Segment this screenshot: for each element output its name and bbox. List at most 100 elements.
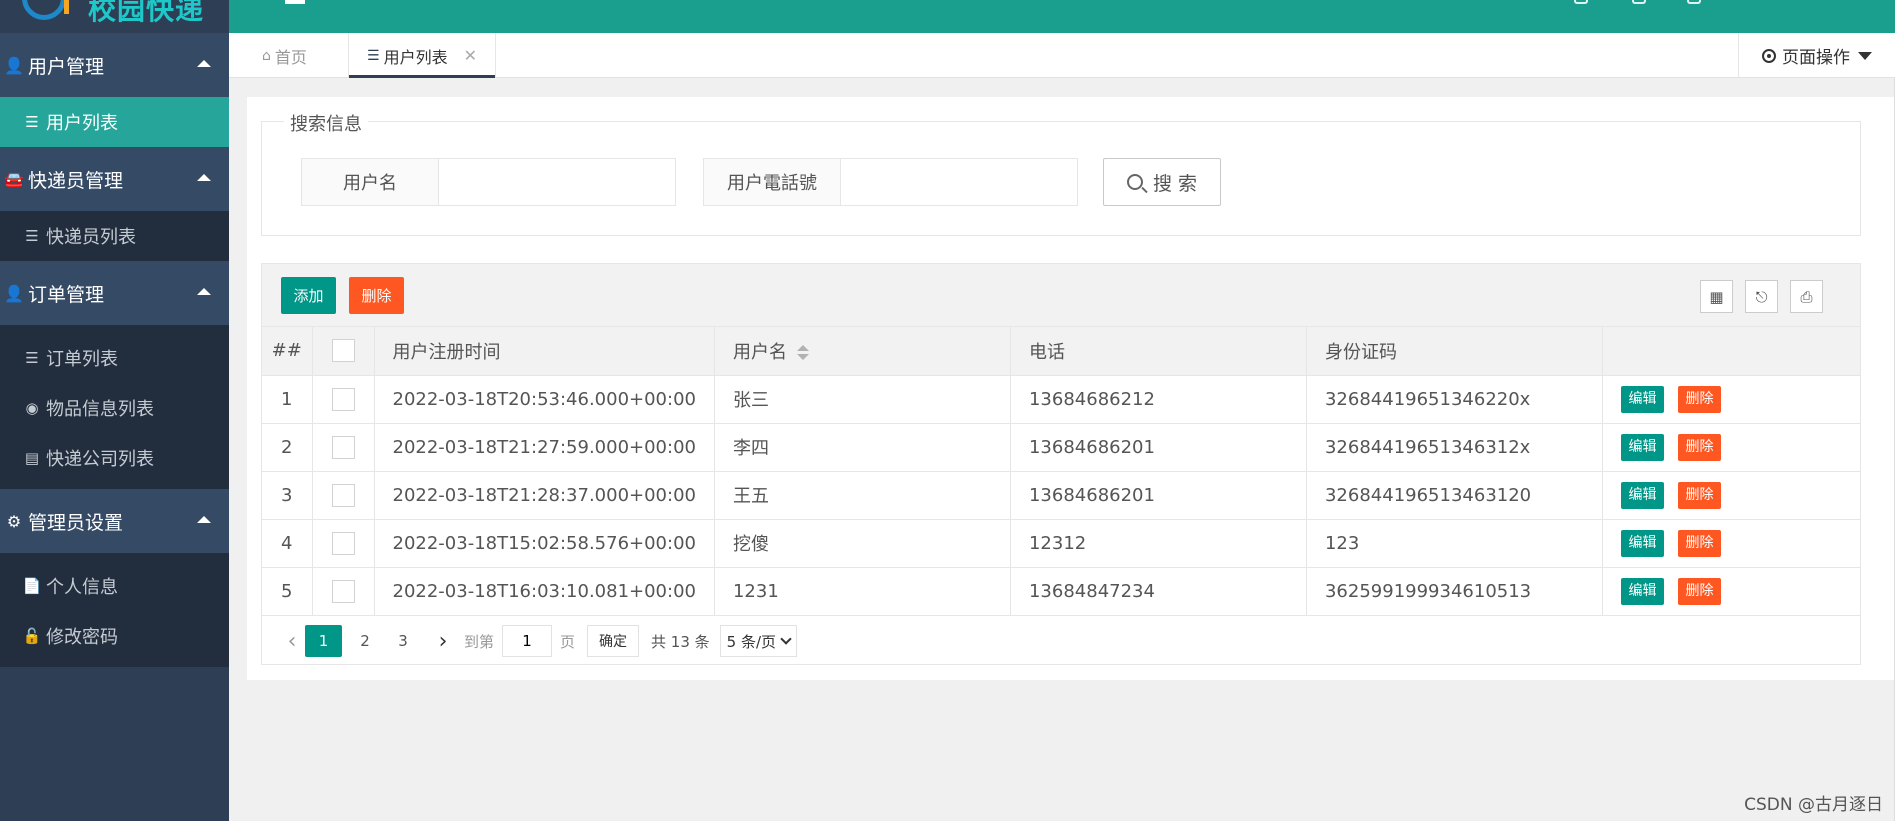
list-icon: ☰ xyxy=(25,227,39,245)
gears-icon: ⚙ xyxy=(6,511,22,531)
username-input[interactable] xyxy=(439,159,675,205)
table-row: 5 2022-03-18T16:03:10.081+00:00 1231 136… xyxy=(262,567,1860,616)
edit-button[interactable]: 编辑 xyxy=(1620,481,1664,509)
export-icon[interactable]: ⎋ xyxy=(1745,280,1778,313)
goto-confirm-button[interactable]: 确定 xyxy=(587,625,640,657)
row-checkbox[interactable] xyxy=(331,435,355,459)
edit-button[interactable]: 编辑 xyxy=(1620,433,1664,461)
prev-page-icon[interactable]: ‹ xyxy=(279,629,305,654)
cell-username: 挖傻 xyxy=(714,519,1011,568)
sidebar-group-user-management[interactable]: 👤 用户管理 xyxy=(0,33,229,97)
cell-register-time: 2022-03-18T16:03:10.081+00:00 xyxy=(374,567,715,616)
cell-checkbox xyxy=(312,519,375,568)
user-table-container: 添加 删除 ▦ ⎋ ⎙ ## 用户注册时间 用户名 电话 身份证码 1 2022… xyxy=(261,263,1861,665)
delete-button[interactable]: 删除 xyxy=(1677,385,1721,413)
caret-up-icon xyxy=(197,174,211,181)
batch-delete-button[interactable]: 删除 xyxy=(349,277,404,314)
fullscreen-icon[interactable] xyxy=(1687,0,1701,4)
briefcase-icon: ▤ xyxy=(24,449,40,467)
refresh-icon[interactable] xyxy=(1574,0,1588,4)
sidebar-item-courier-list[interactable]: ☰ 快递员列表 xyxy=(0,211,229,261)
cell-phone: 13684686201 xyxy=(1010,423,1307,472)
cell-actions: 编辑 删除 xyxy=(1602,423,1860,472)
username-search-field: 用户名 xyxy=(301,158,676,206)
cell-phone: 12312 xyxy=(1010,519,1307,568)
sidebar-group-order-management[interactable]: 👤 订单管理 xyxy=(0,261,229,325)
row-checkbox[interactable] xyxy=(331,387,355,411)
tab-user-list[interactable]: ☰ 用户列表 ✕ xyxy=(348,33,496,78)
cell-idcard: 123 xyxy=(1306,519,1603,568)
table-header-row: ## 用户注册时间 用户名 电话 身份证码 xyxy=(262,327,1860,376)
sort-icon[interactable] xyxy=(796,345,809,361)
next-page-icon[interactable]: › xyxy=(430,629,456,654)
page-size-select[interactable]: 5 条/页 xyxy=(719,625,798,657)
phone-input[interactable] xyxy=(841,159,1077,205)
menu-toggle-icon[interactable] xyxy=(285,0,305,4)
mobile-icon[interactable] xyxy=(1632,0,1646,4)
row-checkbox[interactable] xyxy=(331,483,355,507)
cell-register-time: 2022-03-18T21:28:37.000+00:00 xyxy=(374,471,715,520)
cell-checkbox xyxy=(312,375,375,424)
sidebar-item-goods-list[interactable]: ◉ 物品信息列表 xyxy=(0,383,229,433)
select-all-checkbox[interactable] xyxy=(331,339,355,363)
phone-label: 用户電話號 xyxy=(704,159,841,205)
sidebar-item-order-list[interactable]: ☰ 订单列表 xyxy=(0,333,229,383)
sidebar-item-company-list[interactable]: ▤ 快递公司列表 xyxy=(0,433,229,483)
cell-username: 王五 xyxy=(714,471,1011,520)
watermark: CSDN @古月逐日 xyxy=(1744,795,1883,815)
list-icon: ☰ xyxy=(25,113,39,131)
column-header-register-time: 用户注册时间 xyxy=(374,327,715,376)
close-icon[interactable]: ✕ xyxy=(464,46,477,65)
goto-page-input[interactable] xyxy=(502,625,553,657)
sidebar-item-label: 修改密码 xyxy=(46,627,118,648)
cell-phone: 13684847234 xyxy=(1010,567,1307,616)
row-checkbox[interactable] xyxy=(331,579,355,603)
add-button[interactable]: 添加 xyxy=(281,277,336,314)
page-button-2[interactable]: 2 xyxy=(350,625,380,657)
edit-button[interactable]: 编辑 xyxy=(1620,385,1664,413)
caret-down-icon xyxy=(1858,51,1872,60)
sidebar-submenu: ☰ 订单列表 ◉ 物品信息列表 ▤ 快递公司列表 xyxy=(0,325,229,489)
sidebar-group-courier-management[interactable]: 🚘 快递员管理 xyxy=(0,147,229,211)
page-operations-button[interactable]: 页面操作 xyxy=(1738,33,1895,78)
sidebar-group-admin-settings[interactable]: ⚙ 管理员设置 xyxy=(0,489,229,553)
edit-button[interactable]: 编辑 xyxy=(1620,529,1664,557)
username-label: 用户名 xyxy=(302,159,439,205)
sidebar: 校园快递 👤 用户管理 ☰ 用户列表 🚘 快递员管理 ☰ 快递员列表 👤 订单管… xyxy=(0,0,229,821)
chevron-down-icon xyxy=(780,633,792,645)
sidebar-item-label: 个人信息 xyxy=(46,577,118,598)
list-icon: ☰ xyxy=(367,47,380,64)
sidebar-group-label: 管理员设置 xyxy=(28,511,124,534)
search-button-label: 搜 索 xyxy=(1152,172,1198,195)
delete-button[interactable]: 删除 xyxy=(1677,481,1721,509)
lock-icon: 🔓 xyxy=(22,627,42,645)
sidebar-item-change-password[interactable]: 🔓 修改密码 xyxy=(0,611,229,661)
page-button-1[interactable]: 1 xyxy=(305,625,342,657)
column-header-username[interactable]: 用户名 xyxy=(714,327,1011,376)
topbar xyxy=(229,0,1895,33)
print-icon[interactable]: ⎙ xyxy=(1790,280,1823,313)
page-button-3[interactable]: 3 xyxy=(388,625,418,657)
tab-home[interactable]: ⌂ 首页 xyxy=(262,33,307,78)
tab-label: 用户列表 xyxy=(383,47,448,67)
row-checkbox[interactable] xyxy=(331,531,355,555)
delete-button[interactable]: 删除 xyxy=(1677,529,1721,557)
sidebar-item-user-list[interactable]: ☰ 用户列表 xyxy=(0,97,229,147)
delete-button[interactable]: 删除 xyxy=(1677,433,1721,461)
sidebar-item-label: 快递公司列表 xyxy=(46,449,154,470)
sidebar-submenu: ☰ 快递员列表 xyxy=(0,211,229,261)
caret-up-icon xyxy=(197,516,211,523)
sidebar-item-profile[interactable]: 📄 个人信息 xyxy=(0,561,229,611)
columns-filter-icon[interactable]: ▦ xyxy=(1700,280,1733,313)
phone-search-field: 用户電話號 xyxy=(703,158,1078,206)
cell-checkbox xyxy=(312,471,375,520)
delete-button[interactable]: 删除 xyxy=(1677,577,1721,605)
logo-text: 校园快递 xyxy=(88,0,205,26)
search-button[interactable]: 搜 索 xyxy=(1103,158,1221,206)
home-icon: ⌂ xyxy=(262,47,271,64)
car-icon: 🚘 xyxy=(4,169,24,189)
target-icon xyxy=(1762,48,1776,63)
cell-idcard: 32684419651346312x xyxy=(1306,423,1603,472)
table-row: 1 2022-03-18T20:53:46.000+00:00 张三 13684… xyxy=(262,375,1860,424)
edit-button[interactable]: 编辑 xyxy=(1620,577,1664,605)
